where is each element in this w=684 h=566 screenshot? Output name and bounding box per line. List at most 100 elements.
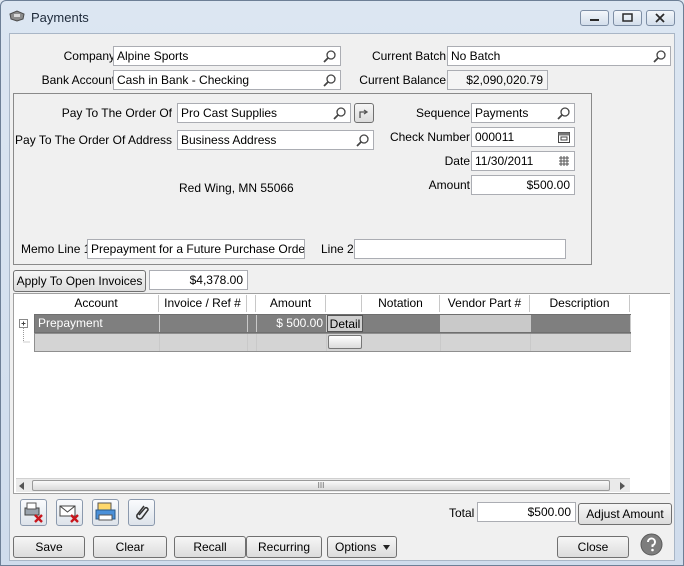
pay-to-field[interactable]: Pro Cast Supplies bbox=[177, 103, 351, 123]
table-row[interactable]: Prepayment $ 500.00 Detail bbox=[34, 314, 631, 333]
pay-to-address-field[interactable]: Business Address bbox=[177, 130, 374, 150]
expand-tree-icon[interactable] bbox=[18, 318, 30, 348]
horizontal-scrollbar[interactable]: III bbox=[16, 478, 630, 492]
company-field[interactable]: Alpine Sports bbox=[113, 46, 341, 66]
column-header-account[interactable]: Account bbox=[34, 295, 159, 312]
envelope-delete-icon bbox=[59, 505, 79, 523]
bank-account-value: Cash in Bank - Checking bbox=[117, 73, 250, 87]
lookup-icon[interactable] bbox=[557, 106, 571, 120]
column-header-description[interactable]: Description bbox=[530, 295, 630, 312]
amount-field[interactable]: $500.00 bbox=[471, 175, 575, 195]
company-label: Company bbox=[63, 49, 115, 63]
detail-button[interactable]: Detail bbox=[327, 315, 363, 332]
cell-spacer bbox=[248, 315, 257, 332]
cell-invoice[interactable] bbox=[160, 315, 248, 332]
adjust-amount-label: Adjust Amount bbox=[586, 507, 664, 521]
payments-app-icon bbox=[9, 10, 25, 22]
lookup-icon[interactable] bbox=[323, 73, 337, 87]
void-check-button[interactable] bbox=[20, 499, 47, 526]
payment-lines-grid[interactable]: Account Invoice / Ref # Amount Notation … bbox=[13, 293, 670, 494]
sequence-field[interactable]: Payments bbox=[471, 103, 575, 123]
current-balance-value: $2,090,020.79 bbox=[466, 73, 543, 87]
detail-button[interactable] bbox=[328, 335, 362, 349]
cell-account[interactable]: Prepayment bbox=[35, 315, 160, 332]
title-bar: Payments bbox=[1, 1, 683, 31]
date-field[interactable]: 11/30/2011 bbox=[471, 151, 575, 171]
scrollbar-grip: III bbox=[317, 481, 325, 490]
calendar-icon[interactable] bbox=[557, 154, 571, 168]
date-value: 11/30/2011 bbox=[475, 154, 534, 168]
cell-description[interactable] bbox=[531, 334, 631, 351]
current-balance-label: Current Balance bbox=[359, 73, 446, 87]
cell-invoice[interactable] bbox=[160, 334, 248, 351]
cell-vendor-part[interactable] bbox=[441, 315, 531, 332]
sequence-value: Payments bbox=[475, 106, 529, 120]
column-header-vendor-part[interactable]: Vendor Part # bbox=[440, 295, 530, 312]
recall-button[interactable]: Recall bbox=[174, 536, 246, 558]
total-value: $500.00 bbox=[527, 505, 571, 519]
company-value: Alpine Sports bbox=[117, 49, 189, 63]
clear-label: Clear bbox=[115, 540, 145, 554]
lookup-icon[interactable] bbox=[333, 106, 347, 120]
table-row[interactable] bbox=[34, 333, 631, 352]
column-header-detail[interactable] bbox=[326, 295, 362, 312]
options-dropdown-button[interactable]: Options bbox=[327, 536, 397, 558]
column-header-invoice[interactable]: Invoice / Ref # bbox=[159, 295, 247, 312]
print-check-button[interactable] bbox=[92, 499, 119, 526]
scrollbar-thumb[interactable]: III bbox=[32, 480, 610, 491]
check-register-icon[interactable] bbox=[557, 130, 571, 144]
amount-value: $500.00 bbox=[526, 178, 570, 192]
cell-notation[interactable] bbox=[363, 315, 441, 332]
print-icon bbox=[95, 502, 116, 521]
memo-line-2-label: Line 2 bbox=[321, 242, 354, 256]
clear-button[interactable]: Clear bbox=[93, 536, 167, 558]
current-batch-field[interactable]: No Batch bbox=[447, 46, 671, 66]
scroll-left-icon[interactable] bbox=[17, 481, 27, 491]
pay-to-address-label: Pay To The Order Of Address bbox=[15, 133, 172, 147]
minimize-button[interactable] bbox=[580, 10, 609, 26]
column-header-spacer bbox=[247, 295, 256, 312]
recurring-label: Recurring bbox=[257, 540, 311, 554]
memo-line-1-value: Prepayment for a Future Purchase Order bbox=[91, 242, 305, 256]
form-body: Company Alpine Sports Bank Account Cash … bbox=[9, 33, 675, 561]
save-label: Save bbox=[35, 540, 63, 554]
lookup-icon[interactable] bbox=[653, 49, 667, 63]
close-button[interactable]: Close bbox=[557, 536, 629, 558]
cell-description[interactable] bbox=[531, 315, 631, 332]
cell-account[interactable] bbox=[35, 334, 160, 351]
memo-line-1-field[interactable]: Prepayment for a Future Purchase Order bbox=[87, 239, 305, 259]
minimize-icon bbox=[590, 19, 599, 21]
scroll-right-icon[interactable] bbox=[617, 481, 627, 491]
close-label: Close bbox=[577, 540, 609, 554]
cell-vendor-part[interactable] bbox=[441, 334, 531, 351]
cell-amount[interactable] bbox=[257, 334, 327, 351]
maximize-button[interactable] bbox=[613, 10, 642, 26]
open-vendor-button[interactable] bbox=[354, 103, 374, 123]
lookup-icon[interactable] bbox=[356, 133, 370, 147]
current-batch-value: No Batch bbox=[451, 49, 501, 63]
attachments-button[interactable] bbox=[128, 499, 155, 526]
close-window-button[interactable] bbox=[646, 10, 675, 26]
open-invoices-total-value: $4,378.00 bbox=[189, 273, 243, 287]
column-header-amount[interactable]: Amount bbox=[256, 295, 326, 312]
help-icon[interactable] bbox=[640, 533, 663, 556]
lookup-icon[interactable] bbox=[323, 49, 337, 63]
sequence-label: Sequence bbox=[415, 106, 470, 120]
bank-account-field[interactable]: Cash in Bank - Checking bbox=[113, 70, 341, 90]
close-icon bbox=[655, 13, 665, 23]
options-label: Options bbox=[335, 540, 377, 554]
recurring-button[interactable]: Recurring bbox=[246, 536, 322, 558]
memo-line-2-field[interactable] bbox=[354, 239, 566, 259]
current-batch-label: Current Batch bbox=[371, 49, 446, 63]
cell-notation[interactable] bbox=[363, 334, 441, 351]
check-number-field[interactable]: 000011 bbox=[471, 127, 575, 147]
apply-to-open-invoices-button[interactable]: Apply To Open Invoices bbox=[13, 270, 146, 292]
link-arrow-icon bbox=[359, 109, 369, 118]
column-header-notation[interactable]: Notation bbox=[362, 295, 440, 312]
date-label: Date bbox=[444, 154, 470, 168]
adjust-amount-button[interactable]: Adjust Amount bbox=[578, 503, 672, 525]
save-button[interactable]: Save bbox=[13, 536, 85, 558]
cell-amount[interactable]: $ 500.00 bbox=[257, 315, 327, 332]
amount-label: Amount bbox=[428, 178, 470, 192]
delete-envelope-button[interactable] bbox=[56, 499, 83, 526]
